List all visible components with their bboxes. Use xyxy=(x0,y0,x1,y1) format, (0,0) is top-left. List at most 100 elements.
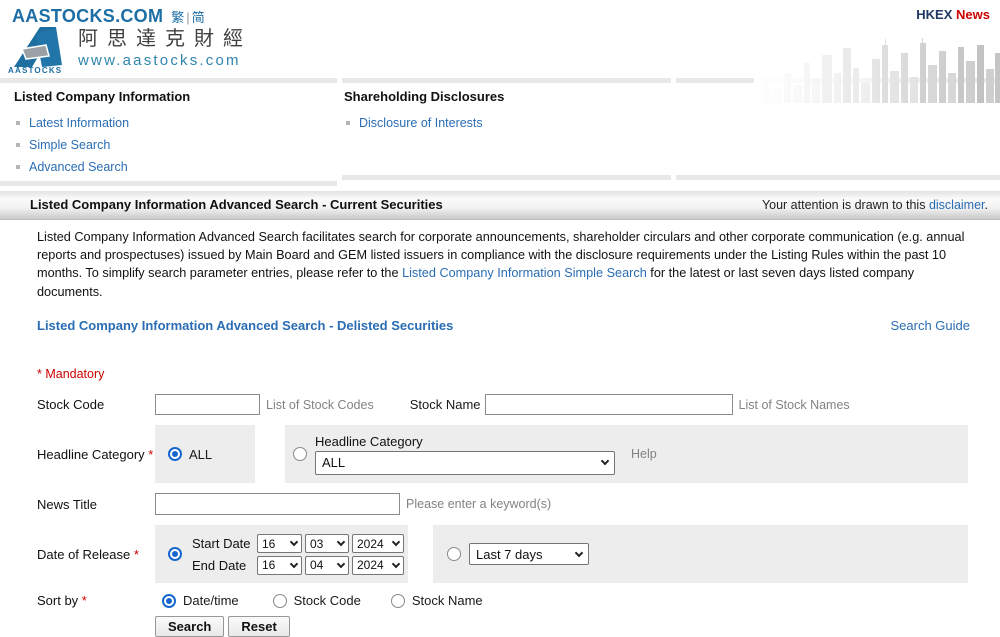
intro-paragraph: Listed Company Information Advanced Sear… xyxy=(37,228,967,302)
sort-by-row: Sort by * Date/time Stock Code Stock Nam… xyxy=(0,593,1000,608)
stock-name-input[interactable] xyxy=(485,394,733,415)
nav-link-simple-search[interactable]: Simple Search xyxy=(29,137,110,154)
headline-category-row: Headline Category * ALL Headline Categor… xyxy=(0,425,1000,483)
mandatory-note: * Mandatory xyxy=(0,367,1000,381)
sort-stock-name-group: Stock Name xyxy=(391,593,483,608)
sort-stock-code-group: Stock Code xyxy=(273,593,361,608)
chevron-down-icon xyxy=(575,549,583,557)
search-guide-link[interactable]: Search Guide xyxy=(891,318,971,333)
delisted-securities-link[interactable]: Listed Company Information Advanced Sear… xyxy=(37,318,453,333)
lang-separator: | xyxy=(184,10,191,25)
stock-code-label: Stock Code xyxy=(37,397,155,412)
last-7-days-cell: Last 7 days xyxy=(433,525,968,583)
date-of-release-row: Date of Release * Start Date 16 03 2024 … xyxy=(0,525,1000,583)
chevron-down-icon xyxy=(392,538,400,546)
logo-triangle-icon xyxy=(12,25,66,69)
nav-divider-bar xyxy=(676,175,1000,180)
news-title-hint: Please enter a keyword(s) xyxy=(406,497,551,511)
sort-stock-name-radio[interactable] xyxy=(391,594,405,608)
logo-url: www.aastocks.com xyxy=(78,52,252,69)
stock-code-input[interactable] xyxy=(155,394,260,415)
sort-by-label: Sort by * xyxy=(37,593,155,608)
aastocks-brand-link[interactable]: AASTOCKS.COM xyxy=(12,6,163,27)
logo-row: AASTOCKS 阿思達克財經 www.aastocks.com xyxy=(0,27,1000,76)
disclaimer-notice: Your attention is drawn to this disclaim… xyxy=(762,198,988,212)
sort-stock-name-label: Stock Name xyxy=(412,593,483,608)
headline-all-option-label: ALL xyxy=(189,447,212,462)
nav-divider-bar xyxy=(0,181,337,186)
chevron-down-icon xyxy=(290,538,298,546)
stock-name-hint: List of Stock Names xyxy=(739,398,850,412)
language-switcher: 繁|简 xyxy=(171,7,204,26)
headline-category-select-value: ALL xyxy=(322,455,345,470)
section-title-bar: Listed Company Information Advanced Sear… xyxy=(0,191,1000,220)
nav-column-listed-company: Listed Company Information Latest Inform… xyxy=(0,78,337,186)
news-title-label: News Title xyxy=(37,497,155,512)
hkex-news-label: News xyxy=(956,7,990,22)
page: AASTOCKS.COM 繁|简 HKEX News AASTOCKS xyxy=(0,0,1000,630)
news-title-input[interactable] xyxy=(155,493,400,515)
header: AASTOCKS.COM 繁|简 HKEX News AASTOCKS xyxy=(0,0,1000,77)
quick-range-select-value: Last 7 days xyxy=(476,547,543,562)
logo-chinese-name: 阿思達克財經 xyxy=(78,28,252,50)
city-skyline-image xyxy=(754,37,1000,103)
page-title: Listed Company Information Advanced Sear… xyxy=(30,197,443,212)
headline-help-link[interactable]: Help xyxy=(631,447,657,461)
sort-stock-code-label: Stock Code xyxy=(294,593,361,608)
start-date-label: Start Date xyxy=(192,536,254,551)
headline-all-radio[interactable] xyxy=(168,447,182,461)
form-buttons-row: Search Reset xyxy=(0,616,1000,637)
hkex-news-logo[interactable]: HKEX News xyxy=(916,6,990,22)
list-item: Latest Information xyxy=(16,115,337,132)
bullet-icon xyxy=(16,165,20,169)
chevron-down-icon xyxy=(601,457,609,465)
sort-datetime-label: Date/time xyxy=(183,593,239,608)
end-day-select[interactable]: 16 xyxy=(257,556,302,575)
list-item: Advanced Search xyxy=(16,159,337,176)
last-7-days-radio[interactable] xyxy=(447,547,461,561)
sub-links-row: Listed Company Information Advanced Sear… xyxy=(0,318,1000,333)
search-button[interactable]: Search xyxy=(155,616,224,637)
aastocks-logo[interactable]: AASTOCKS 阿思達克財經 www.aastocks.com xyxy=(12,25,252,75)
nav-link-latest-information[interactable]: Latest Information xyxy=(29,115,129,132)
bullet-icon xyxy=(16,143,20,147)
headline-category-label: Headline Category * xyxy=(37,447,155,462)
nav-title-shareholding: Shareholding Disclosures xyxy=(342,89,671,104)
nav-divider-bar xyxy=(342,175,671,180)
start-day-select[interactable]: 16 xyxy=(257,534,302,553)
headline-category-select[interactable]: ALL xyxy=(315,451,615,475)
sort-datetime-group: Date/time xyxy=(162,593,239,608)
end-month-select[interactable]: 04 xyxy=(305,556,349,575)
stock-code-hint: List of Stock Codes xyxy=(266,398,374,412)
top-bar: AASTOCKS.COM 繁|简 HKEX News xyxy=(0,0,1000,27)
headline-category-radio[interactable] xyxy=(293,447,307,461)
bullet-icon xyxy=(346,121,350,125)
date-range-radio[interactable] xyxy=(168,547,182,561)
nav-link-advanced-search[interactable]: Advanced Search xyxy=(29,159,128,176)
list-item: Simple Search xyxy=(16,137,337,154)
logo-wordmark: AASTOCKS xyxy=(8,66,62,75)
aastocks-logo-icon: AASTOCKS xyxy=(12,25,66,75)
disclaimer-link[interactable]: disclaimer xyxy=(929,198,985,212)
sort-stock-code-radio[interactable] xyxy=(273,594,287,608)
news-title-row: News Title Please enter a keyword(s) xyxy=(0,493,1000,515)
lang-traditional-link[interactable]: 繁 xyxy=(171,10,184,25)
start-month-select[interactable]: 03 xyxy=(305,534,349,553)
sort-datetime-radio[interactable] xyxy=(162,594,176,608)
chevron-down-icon xyxy=(392,559,400,567)
simple-search-link[interactable]: Listed Company Information Simple Search xyxy=(402,266,647,280)
date-range-cell: Start Date 16 03 2024 End Date 16 04 202… xyxy=(155,525,408,583)
nav-link-disclosure-of-interests[interactable]: Disclosure of Interests xyxy=(359,115,483,132)
quick-range-select[interactable]: Last 7 days xyxy=(469,543,589,565)
chevron-down-icon xyxy=(337,538,345,546)
bullet-icon xyxy=(16,121,20,125)
headline-all-cell: ALL xyxy=(155,425,255,483)
stock-name-label: Stock Name xyxy=(410,397,481,412)
chevron-down-icon xyxy=(337,559,345,567)
start-year-select[interactable]: 2024 xyxy=(352,534,404,553)
list-item: Disclosure of Interests xyxy=(346,115,671,132)
reset-button[interactable]: Reset xyxy=(228,616,289,637)
end-year-select[interactable]: 2024 xyxy=(352,556,404,575)
lang-simplified-link[interactable]: 简 xyxy=(192,10,205,25)
hkex-label: HKEX xyxy=(916,7,952,22)
